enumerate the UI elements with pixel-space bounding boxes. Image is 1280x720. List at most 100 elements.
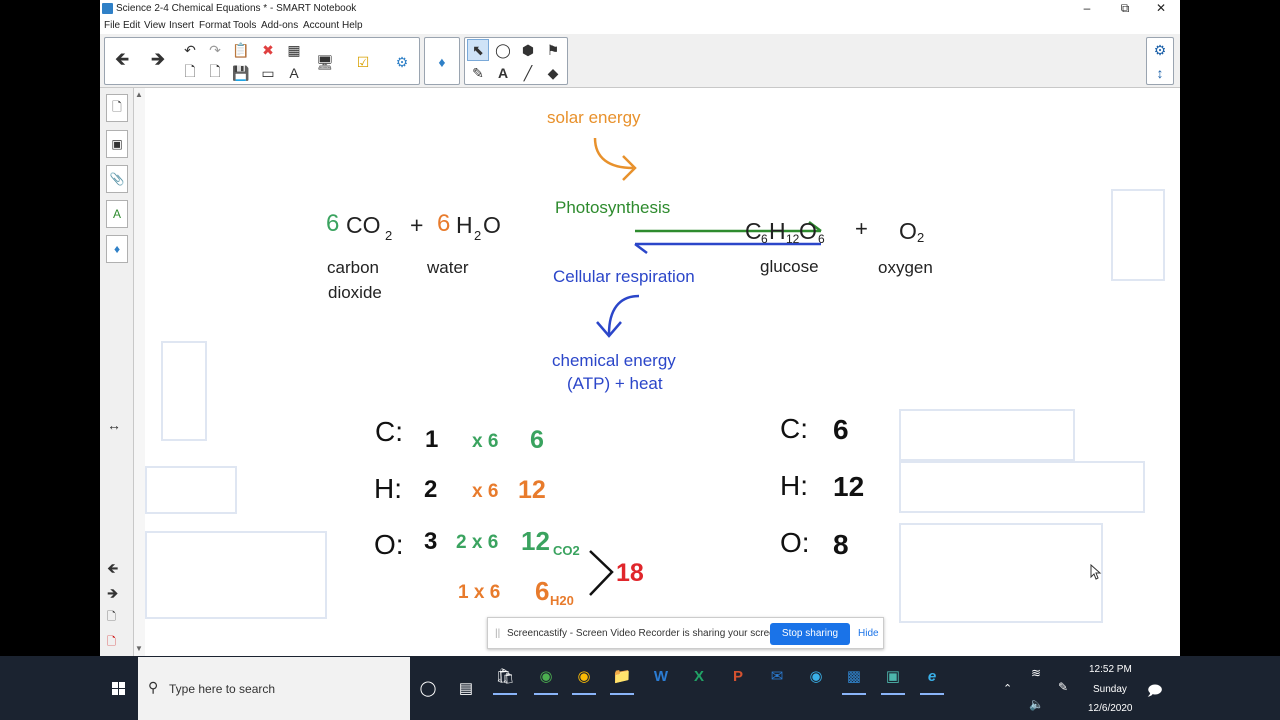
search-placeholder: Type here to search	[169, 682, 276, 696]
clock-date[interactable]: 12/6/2020	[1088, 703, 1133, 714]
menu-insert[interactable]: Insert	[169, 20, 194, 31]
notifications-icon[interactable]: 🗩	[1147, 680, 1163, 704]
menu-tools[interactable]: Tools	[233, 20, 256, 31]
start-button[interactable]	[100, 657, 138, 720]
menu-add-ons[interactable]: Add-ons	[261, 20, 298, 31]
answer-box[interactable]	[899, 523, 1103, 623]
taskbar-search-box[interactable]: ⚲ Type here to search	[138, 657, 410, 720]
left-oxygen-co2-subscript: CO2	[553, 543, 580, 558]
forward-arrow-icon[interactable]: 🡺	[147, 49, 169, 73]
back-arrow-icon[interactable]: 🡸	[111, 49, 133, 73]
select-pointer-icon[interactable]: ⬉	[467, 39, 489, 61]
screencastify-taskbar-icon[interactable]: ▣	[875, 660, 911, 695]
paint-bucket-icon[interactable]: ⚑	[542, 39, 564, 61]
clock-day[interactable]: Sunday	[1093, 684, 1127, 695]
hide-link[interactable]: Hide	[858, 628, 879, 639]
chemical-energy-label: chemical energy	[552, 351, 676, 370]
cortana-icon[interactable]: ◯	[410, 672, 446, 704]
screen-shade-icon[interactable]: ▭	[257, 62, 279, 84]
line-icon[interactable]: ╱	[517, 62, 539, 84]
paste-icon[interactable]: 📋	[230, 39, 252, 61]
file-explorer-icon[interactable]: 📁	[604, 660, 640, 695]
tray-overflow-icon[interactable]: ⌃	[1003, 682, 1012, 695]
gear-icon[interactable]: ⚙	[1149, 39, 1171, 61]
add-page-icon[interactable]: 🗋	[107, 608, 116, 627]
scroll-down-icon[interactable]: ▼	[135, 644, 143, 653]
stop-sharing-button[interactable]: Stop sharing	[770, 623, 850, 645]
internet-explorer-icon[interactable]: e	[914, 660, 950, 695]
answer-box[interactable]	[161, 341, 207, 441]
delete-page-icon[interactable]: 🗋	[204, 62, 226, 84]
close-button[interactable]: ✕	[1146, 1, 1176, 15]
edge-icon[interactable]: ◉	[798, 660, 834, 692]
next-page-icon[interactable]: 🡺	[107, 583, 118, 607]
chrome-profile-icon[interactable]: ◉	[566, 660, 602, 695]
scroll-up-icon[interactable]: ▲	[135, 90, 143, 99]
display-icon[interactable]: 🖥	[314, 51, 336, 73]
move-sidebar-icon[interactable]: ↔	[107, 417, 121, 433]
text-style-icon[interactable]: A	[283, 62, 305, 84]
delete-page-side-icon[interactable]: 🗋	[107, 633, 116, 652]
powerpoint-icon[interactable]: P	[720, 660, 756, 692]
redo-icon[interactable]: ↷	[204, 39, 226, 61]
chrome-icon[interactable]: ◉	[528, 660, 564, 695]
menu-help[interactable]: Help	[342, 20, 363, 31]
notebook-page[interactable]: solar energy 6 CO 2 + 6 H 2 O water carb…	[145, 88, 1180, 656]
sharing-message: Screencastify - Screen Video Recorder is…	[507, 628, 784, 639]
shapes-icon[interactable]: ◯	[492, 39, 514, 61]
answer-box[interactable]	[145, 531, 327, 619]
left-oxygen-multiplier-co2: 2 x 6	[456, 532, 499, 553]
menu-view[interactable]: View	[144, 20, 166, 31]
answer-box[interactable]	[1111, 189, 1165, 281]
menu-file[interactable]: File	[104, 20, 120, 31]
mouse-cursor-icon	[1090, 564, 1102, 580]
delete-icon[interactable]: ✖	[257, 39, 279, 61]
save-icon[interactable]: 💾	[230, 62, 252, 84]
glucose-h: H	[769, 218, 786, 244]
menu-account[interactable]: Account	[303, 20, 339, 31]
drag-handle-icon[interactable]: ||	[495, 628, 500, 639]
pen-tray-icon[interactable]: ✎	[1058, 680, 1068, 694]
previous-page-icon[interactable]: 🡸	[107, 558, 118, 582]
left-hydrogen-value: 2	[424, 476, 438, 503]
toolbar-group-addons: ♦	[424, 37, 460, 85]
fill-icon[interactable]: ⬢	[517, 39, 539, 61]
toolbar-group-tools: ⬉ ◯ ⬢ ⚑ ✎ A ╱ ◆	[464, 37, 568, 85]
response-icon[interactable]: ☑	[352, 51, 374, 73]
answer-box[interactable]	[899, 409, 1075, 461]
mail-icon[interactable]: ✉	[759, 660, 795, 692]
word-icon[interactable]: W	[643, 660, 679, 692]
menu-edit[interactable]: Edit	[123, 20, 140, 31]
clock-time[interactable]: 12:52 PM	[1089, 664, 1132, 675]
table-icon[interactable]: ▦	[283, 39, 305, 61]
wifi-icon[interactable]: ≋	[1031, 666, 1041, 680]
new-page-icon[interactable]: 🗋	[179, 62, 201, 84]
undo-icon[interactable]: ↶	[179, 39, 201, 61]
expand-toolbar-icon[interactable]: ↕	[1149, 62, 1171, 84]
h2o-subscript: 2	[474, 228, 482, 243]
store-icon[interactable]: 🛍	[487, 660, 523, 695]
page-sorter-icon[interactable]: 🗋	[106, 94, 128, 122]
volume-icon[interactable]: 🔈	[1029, 697, 1044, 711]
glucose-c: C	[745, 218, 762, 244]
minimize-button[interactable]: –	[1072, 1, 1102, 15]
answer-box[interactable]	[899, 461, 1145, 513]
toolbar-group-settings: ⚙ ↕	[1146, 37, 1174, 85]
puzzle-icon[interactable]: ♦	[431, 51, 453, 73]
maximize-button[interactable]: ⧉	[1110, 1, 1140, 16]
pen-icon[interactable]: ✎	[467, 62, 489, 84]
excel-icon[interactable]: X	[681, 660, 717, 692]
eraser-icon[interactable]: ◆	[542, 62, 564, 84]
attachments-icon[interactable]: 📎	[106, 165, 128, 193]
menu-format[interactable]: Format	[199, 20, 231, 31]
cellular-respiration-label: Cellular respiration	[553, 267, 695, 286]
smart-notebook-taskbar-icon[interactable]: ▩	[836, 660, 872, 695]
task-view-icon[interactable]: ▤	[448, 672, 484, 704]
gallery-icon[interactable]: ▣	[106, 130, 128, 158]
addon-icon[interactable]: ⚙	[391, 51, 413, 73]
vertical-scrollbar[interactable]: ▲ ▼	[134, 88, 145, 656]
answer-box[interactable]	[145, 466, 237, 514]
text-icon[interactable]: A	[492, 62, 514, 84]
properties-icon[interactable]: A	[106, 200, 128, 228]
addons-icon[interactable]: ♦	[106, 235, 128, 263]
